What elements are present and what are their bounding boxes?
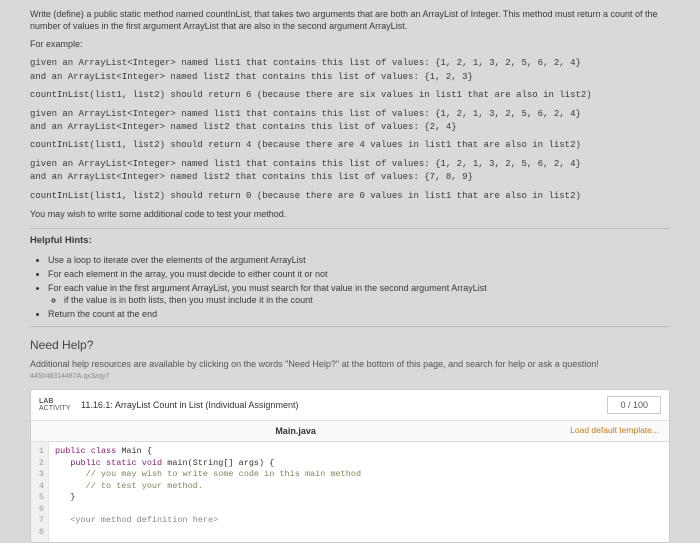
code-text: main(String[] args) { [167, 458, 274, 468]
divider [30, 326, 670, 327]
divider [30, 228, 670, 229]
line-number: 6 [37, 504, 44, 515]
lab-badge: LAB ACTIVITY [39, 398, 73, 412]
line-number: 4 [37, 481, 44, 492]
lab-activity-box: LAB ACTIVITY 11.16.1: ArrayList Count in… [30, 389, 670, 543]
hint-subitem: if the value is in both lists, then you … [64, 294, 670, 306]
example-3: given an ArrayList<Integer> named list1 … [30, 157, 670, 183]
ex1-result: countInList(list1, list2) should return … [30, 89, 670, 101]
example-2: given an ArrayList<Integer> named list1 … [30, 107, 670, 133]
hints-list: Use a loop to iterate over the elements … [30, 254, 670, 321]
you-may-wish: You may wish to write some additional co… [30, 208, 670, 220]
hint-item: For each value in the first argument Arr… [48, 282, 670, 306]
intro-paragraph: Write (define) a public static method na… [30, 8, 670, 32]
hint-item: Use a loop to iterate over the elements … [48, 254, 670, 266]
line-number: 5 [37, 492, 44, 503]
file-tab[interactable]: Main.java [31, 421, 560, 441]
code-content[interactable]: public class Main { public static void m… [49, 442, 367, 542]
code-editor[interactable]: 1 2 3 4 5 6 7 8 public class Main { publ… [31, 442, 669, 542]
file-tab-row: Main.java Load default template... [31, 421, 669, 442]
line-number: 1 [37, 446, 44, 457]
load-default-template-link[interactable]: Load default template... [560, 421, 669, 441]
code-comment: // to test your method. [55, 481, 203, 491]
need-help-section: Need Help? Additional help resources are… [30, 337, 670, 381]
document-page: Write (define) a public static method na… [0, 0, 700, 543]
line-number: 2 [37, 458, 44, 469]
for-example-label: For example: [30, 38, 670, 50]
helpful-hints-section: Helpful Hints: Use a loop to iterate ove… [30, 235, 670, 321]
ex1-line-a: given an ArrayList<Integer> named list1 … [30, 58, 581, 68]
activity-label: ACTIVITY [39, 405, 73, 412]
watermark-id: 445048314487A.qx3zqy7 [30, 372, 670, 381]
line-number: 7 [37, 515, 44, 526]
activity-title: 11.16.1: ArrayList Count in List (Indivi… [81, 399, 607, 411]
hint-item: Return the count at the end [48, 308, 670, 320]
lab-label: LAB [39, 398, 73, 405]
activity-header: LAB ACTIVITY 11.16.1: ArrayList Count in… [31, 390, 669, 421]
code-text: Main { [121, 446, 152, 456]
code-kw: public class [55, 446, 121, 456]
hint-sublist: if the value is in both lists, then you … [48, 294, 670, 306]
code-comment: // you may wish to write some code in th… [55, 469, 361, 479]
score-box: 0 / 100 [607, 396, 661, 414]
hints-title: Helpful Hints: [30, 235, 670, 248]
need-help-text: Additional help resources are available … [30, 358, 670, 370]
example-1: given an ArrayList<Integer> named list1 … [30, 56, 670, 82]
hint-item: For each element in the array, you must … [48, 268, 670, 280]
ex3-line-a: given an ArrayList<Integer> named list1 … [30, 159, 581, 169]
code-kw: public static void [55, 458, 167, 468]
ex2-result: countInList(list1, list2) should return … [30, 139, 670, 151]
line-gutter: 1 2 3 4 5 6 7 8 [31, 442, 49, 542]
code-placeholder: <your method definition here> [55, 515, 218, 525]
line-number: 8 [37, 527, 44, 538]
need-help-title: Need Help? [30, 337, 670, 353]
ex2-line-b: and an ArrayList<Integer> named list2 th… [30, 122, 457, 132]
ex2-line-a: given an ArrayList<Integer> named list1 … [30, 109, 581, 119]
ex1-line-b: and an ArrayList<Integer> named list2 th… [30, 72, 473, 82]
ex3-result: countInList(list1, list2) should return … [30, 190, 670, 202]
ex3-line-b: and an ArrayList<Integer> named list2 th… [30, 172, 473, 182]
problem-statement: Write (define) a public static method na… [30, 8, 670, 220]
line-number: 3 [37, 469, 44, 480]
hint-text: For each value in the first argument Arr… [48, 283, 487, 293]
